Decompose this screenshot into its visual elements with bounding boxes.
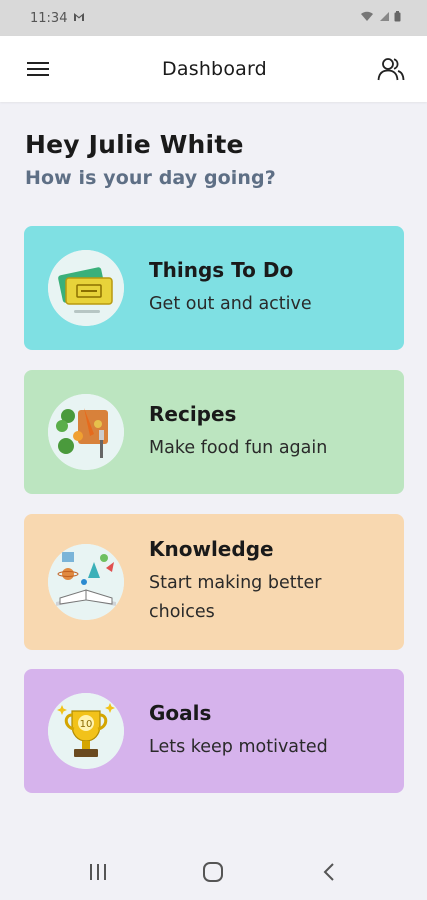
status-bar: 11:34 — [0, 0, 427, 36]
trophy-icon: 10 — [48, 693, 124, 769]
card-things-to-do[interactable]: Things To Do Get out and active — [24, 226, 404, 350]
recents-icon[interactable] — [82, 856, 114, 888]
hamburger-menu-icon[interactable] — [22, 53, 54, 85]
card-recipes[interactable]: Recipes Make food fun again — [24, 370, 404, 494]
greeting-subtitle: How is your day going? — [25, 167, 276, 189]
card-text: Knowledge Start making better choices — [149, 537, 374, 627]
tickets-icon — [48, 250, 124, 326]
card-text: Recipes Make food fun again — [149, 402, 327, 463]
status-time: 11:34 — [30, 10, 68, 26]
greeting: Hey Julie White How is your day going? — [0, 102, 427, 189]
signal-icon — [378, 11, 390, 25]
back-icon[interactable] — [313, 856, 345, 888]
navigation-bar — [0, 844, 427, 900]
card-text: Goals Lets keep motivated — [149, 701, 328, 762]
status-right — [360, 11, 401, 25]
card-subtitle: Make food fun again — [149, 437, 328, 458]
card-goals[interactable]: 10 Goals Lets keep motivated — [24, 669, 404, 793]
card-subtitle: Get out and active — [149, 293, 312, 314]
vegetables-icon — [48, 394, 124, 470]
home-icon[interactable] — [197, 856, 229, 888]
battery-icon — [394, 11, 401, 25]
users-icon[interactable] — [375, 53, 407, 85]
gmail-icon — [73, 11, 85, 26]
status-left: 11:34 — [30, 11, 85, 26]
book-icon — [48, 544, 124, 620]
card-title: Goals — [149, 700, 212, 725]
app-bar: Dashboard — [0, 36, 427, 102]
card-knowledge[interactable]: Knowledge Start making better choices — [24, 514, 404, 650]
card-subtitle: Start making better choices — [149, 573, 322, 622]
greeting-title: Hey Julie White — [25, 130, 244, 159]
page-title: Dashboard — [162, 58, 267, 80]
card-subtitle: Lets keep motivated — [149, 736, 328, 757]
card-title: Recipes — [149, 401, 237, 426]
card-text: Things To Do Get out and active — [149, 258, 312, 319]
wifi-icon — [360, 11, 374, 25]
svg-text:10: 10 — [80, 719, 93, 730]
card-title: Things To Do — [149, 257, 294, 282]
card-title: Knowledge — [149, 537, 274, 561]
